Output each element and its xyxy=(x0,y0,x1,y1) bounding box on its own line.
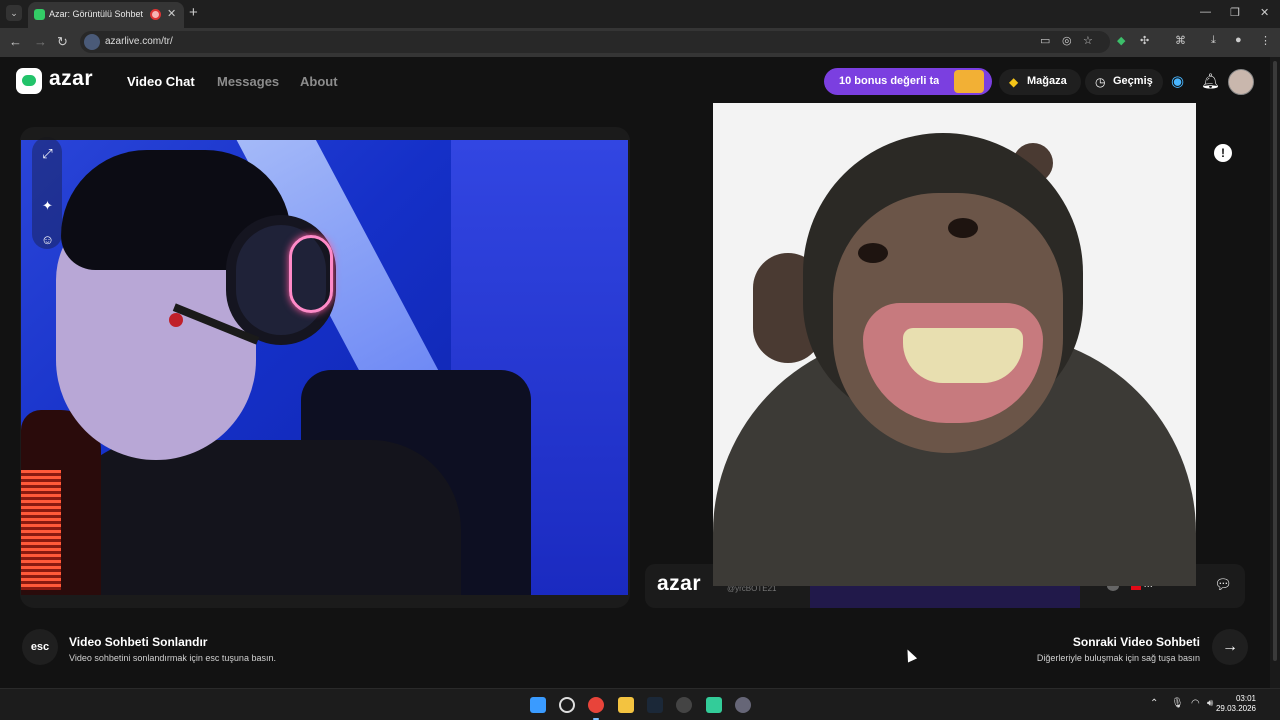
shop-label: Mağaza xyxy=(1027,75,1067,87)
browser-menu-icon[interactable]: ⋮ xyxy=(1260,34,1271,47)
tab-close-button[interactable]: ✕ xyxy=(167,7,176,20)
bonus-promo-button[interactable]: 10 bonus değerli ta xyxy=(824,68,992,95)
user-avatar[interactable] xyxy=(1228,69,1254,95)
cast-icon[interactable]: ▭ xyxy=(1040,34,1050,47)
azar-logo-icon[interactable] xyxy=(16,68,42,94)
nav-messages[interactable]: Messages xyxy=(217,74,279,89)
next-chat-description: Diğerleriyle buluşmak için sağ tuşa bası… xyxy=(1036,653,1200,663)
magic-wand-icon[interactable]: ✦ xyxy=(39,197,56,214)
end-chat-title: Video Sohbeti Sonlandır xyxy=(69,635,208,649)
history-button[interactable]: ◷ Geçmiş xyxy=(1085,69,1163,95)
microphone-icon[interactable]: 🎙︎ xyxy=(1171,698,1184,709)
chat-bubbles-icon[interactable]: ◉ xyxy=(1171,72,1184,90)
back-icon[interactable]: ← xyxy=(9,34,22,49)
bookmark-star-icon[interactable]: ☆ xyxy=(1083,34,1093,47)
expand-icon[interactable]: ⤢ xyxy=(39,145,56,162)
system-clock[interactable]: 03:01 29.03.2026 xyxy=(1216,694,1256,714)
window-close-button[interactable]: ✕ xyxy=(1260,6,1269,19)
azar-app: azar Video Chat Messages About 10 bonus … xyxy=(0,57,1270,688)
report-shield-icon[interactable]: ! xyxy=(1214,144,1232,162)
search-icon[interactable] xyxy=(559,697,575,713)
remote-brand-logo: azar xyxy=(657,572,702,595)
remote-video xyxy=(713,103,1196,586)
browser-tab[interactable]: Azar: Görüntülü Sohbet & V ✕ xyxy=(28,2,184,28)
profile-icon[interactable]: ● xyxy=(1235,34,1242,46)
tab-search-button[interactable]: ⌄ xyxy=(6,5,22,21)
brand-logo-text[interactable]: azar xyxy=(49,67,93,91)
wifi-icon[interactable]: ◠ xyxy=(1191,698,1200,709)
new-tab-button[interactable]: + xyxy=(189,4,198,21)
nav-video-chat[interactable]: Video Chat xyxy=(127,74,195,89)
clock-time: 03:01 xyxy=(1235,694,1256,703)
maximize-button[interactable]: ❐ xyxy=(1230,6,1240,19)
next-chat-button[interactable]: → xyxy=(1212,629,1248,665)
download-icon[interactable]: ⤓ xyxy=(1211,34,1216,47)
volume-icon[interactable]: 🔊︎ xyxy=(1207,698,1213,709)
url-text: azarlive.com/tr/ xyxy=(105,36,173,47)
file-explorer-icon[interactable] xyxy=(618,697,634,713)
extension-shield-icon[interactable]: ◆ xyxy=(1117,34,1125,47)
bonus-text: 10 bonus değerli ta xyxy=(839,75,939,87)
azar-app-icon[interactable] xyxy=(706,697,722,713)
site-info-icon[interactable] xyxy=(84,34,100,50)
windows-start-icon[interactable] xyxy=(530,697,546,713)
end-chat-button[interactable]: esc xyxy=(22,629,58,665)
video-tools: ⤢ ✦ ☺ xyxy=(32,137,62,249)
azar-favicon-icon xyxy=(34,9,45,20)
forward-icon[interactable]: → xyxy=(34,34,47,49)
clock-icon: ◷ xyxy=(1095,75,1106,89)
recording-icon xyxy=(150,9,161,20)
chrome-icon[interactable] xyxy=(588,697,604,713)
chat-bubble-icon[interactable]: 💬︎ xyxy=(1210,571,1236,597)
end-chat-description: Video sohbetini sonlandırmak için esc tu… xyxy=(69,653,276,663)
settings-icon[interactable] xyxy=(735,697,751,713)
tray-expand-icon[interactable]: ⌃ xyxy=(1150,698,1158,709)
tab-title: Azar: Görüntülü Sohbet & V xyxy=(49,9,145,19)
mouse-cursor-icon xyxy=(902,647,918,663)
extensions-icon[interactable]: ✣ xyxy=(1140,34,1149,47)
eye-off-icon[interactable]: ◎ xyxy=(1062,34,1072,47)
obs-icon[interactable] xyxy=(676,697,692,713)
minimize-button[interactable]: — xyxy=(1200,6,1211,18)
steam-icon[interactable] xyxy=(647,697,663,713)
history-label: Geçmiş xyxy=(1113,75,1153,87)
next-chat-title: Sonraki Video Sohbeti xyxy=(1072,635,1200,649)
url-field[interactable]: azarlive.com/tr/ xyxy=(80,31,1110,53)
local-camera-video xyxy=(21,140,628,595)
gift-chest-icon xyxy=(954,70,984,93)
bell-icon[interactable]: 🔔︎ xyxy=(1201,72,1220,90)
gem-icon: ◆ xyxy=(1009,75,1019,89)
windows-taskbar: ⌃ 🎙︎ ◠ 🔊︎ 03:01 29.03.2026 xyxy=(0,688,1280,720)
browser-tab-bar: ⌄ Azar: Görüntülü Sohbet & V ✕ + — ❐ ✕ xyxy=(0,0,1280,28)
page-scrollbar[interactable] xyxy=(1270,57,1280,688)
nav-about[interactable]: About xyxy=(300,74,338,89)
translate-icon[interactable]: ⌘ xyxy=(1175,34,1186,47)
clock-date: 29.03.2026 xyxy=(1215,704,1256,713)
shop-button[interactable]: ◆ Mağaza xyxy=(999,69,1081,95)
sticker-icon[interactable]: ☺ xyxy=(39,231,56,248)
reload-icon[interactable]: ↻ xyxy=(57,34,68,50)
